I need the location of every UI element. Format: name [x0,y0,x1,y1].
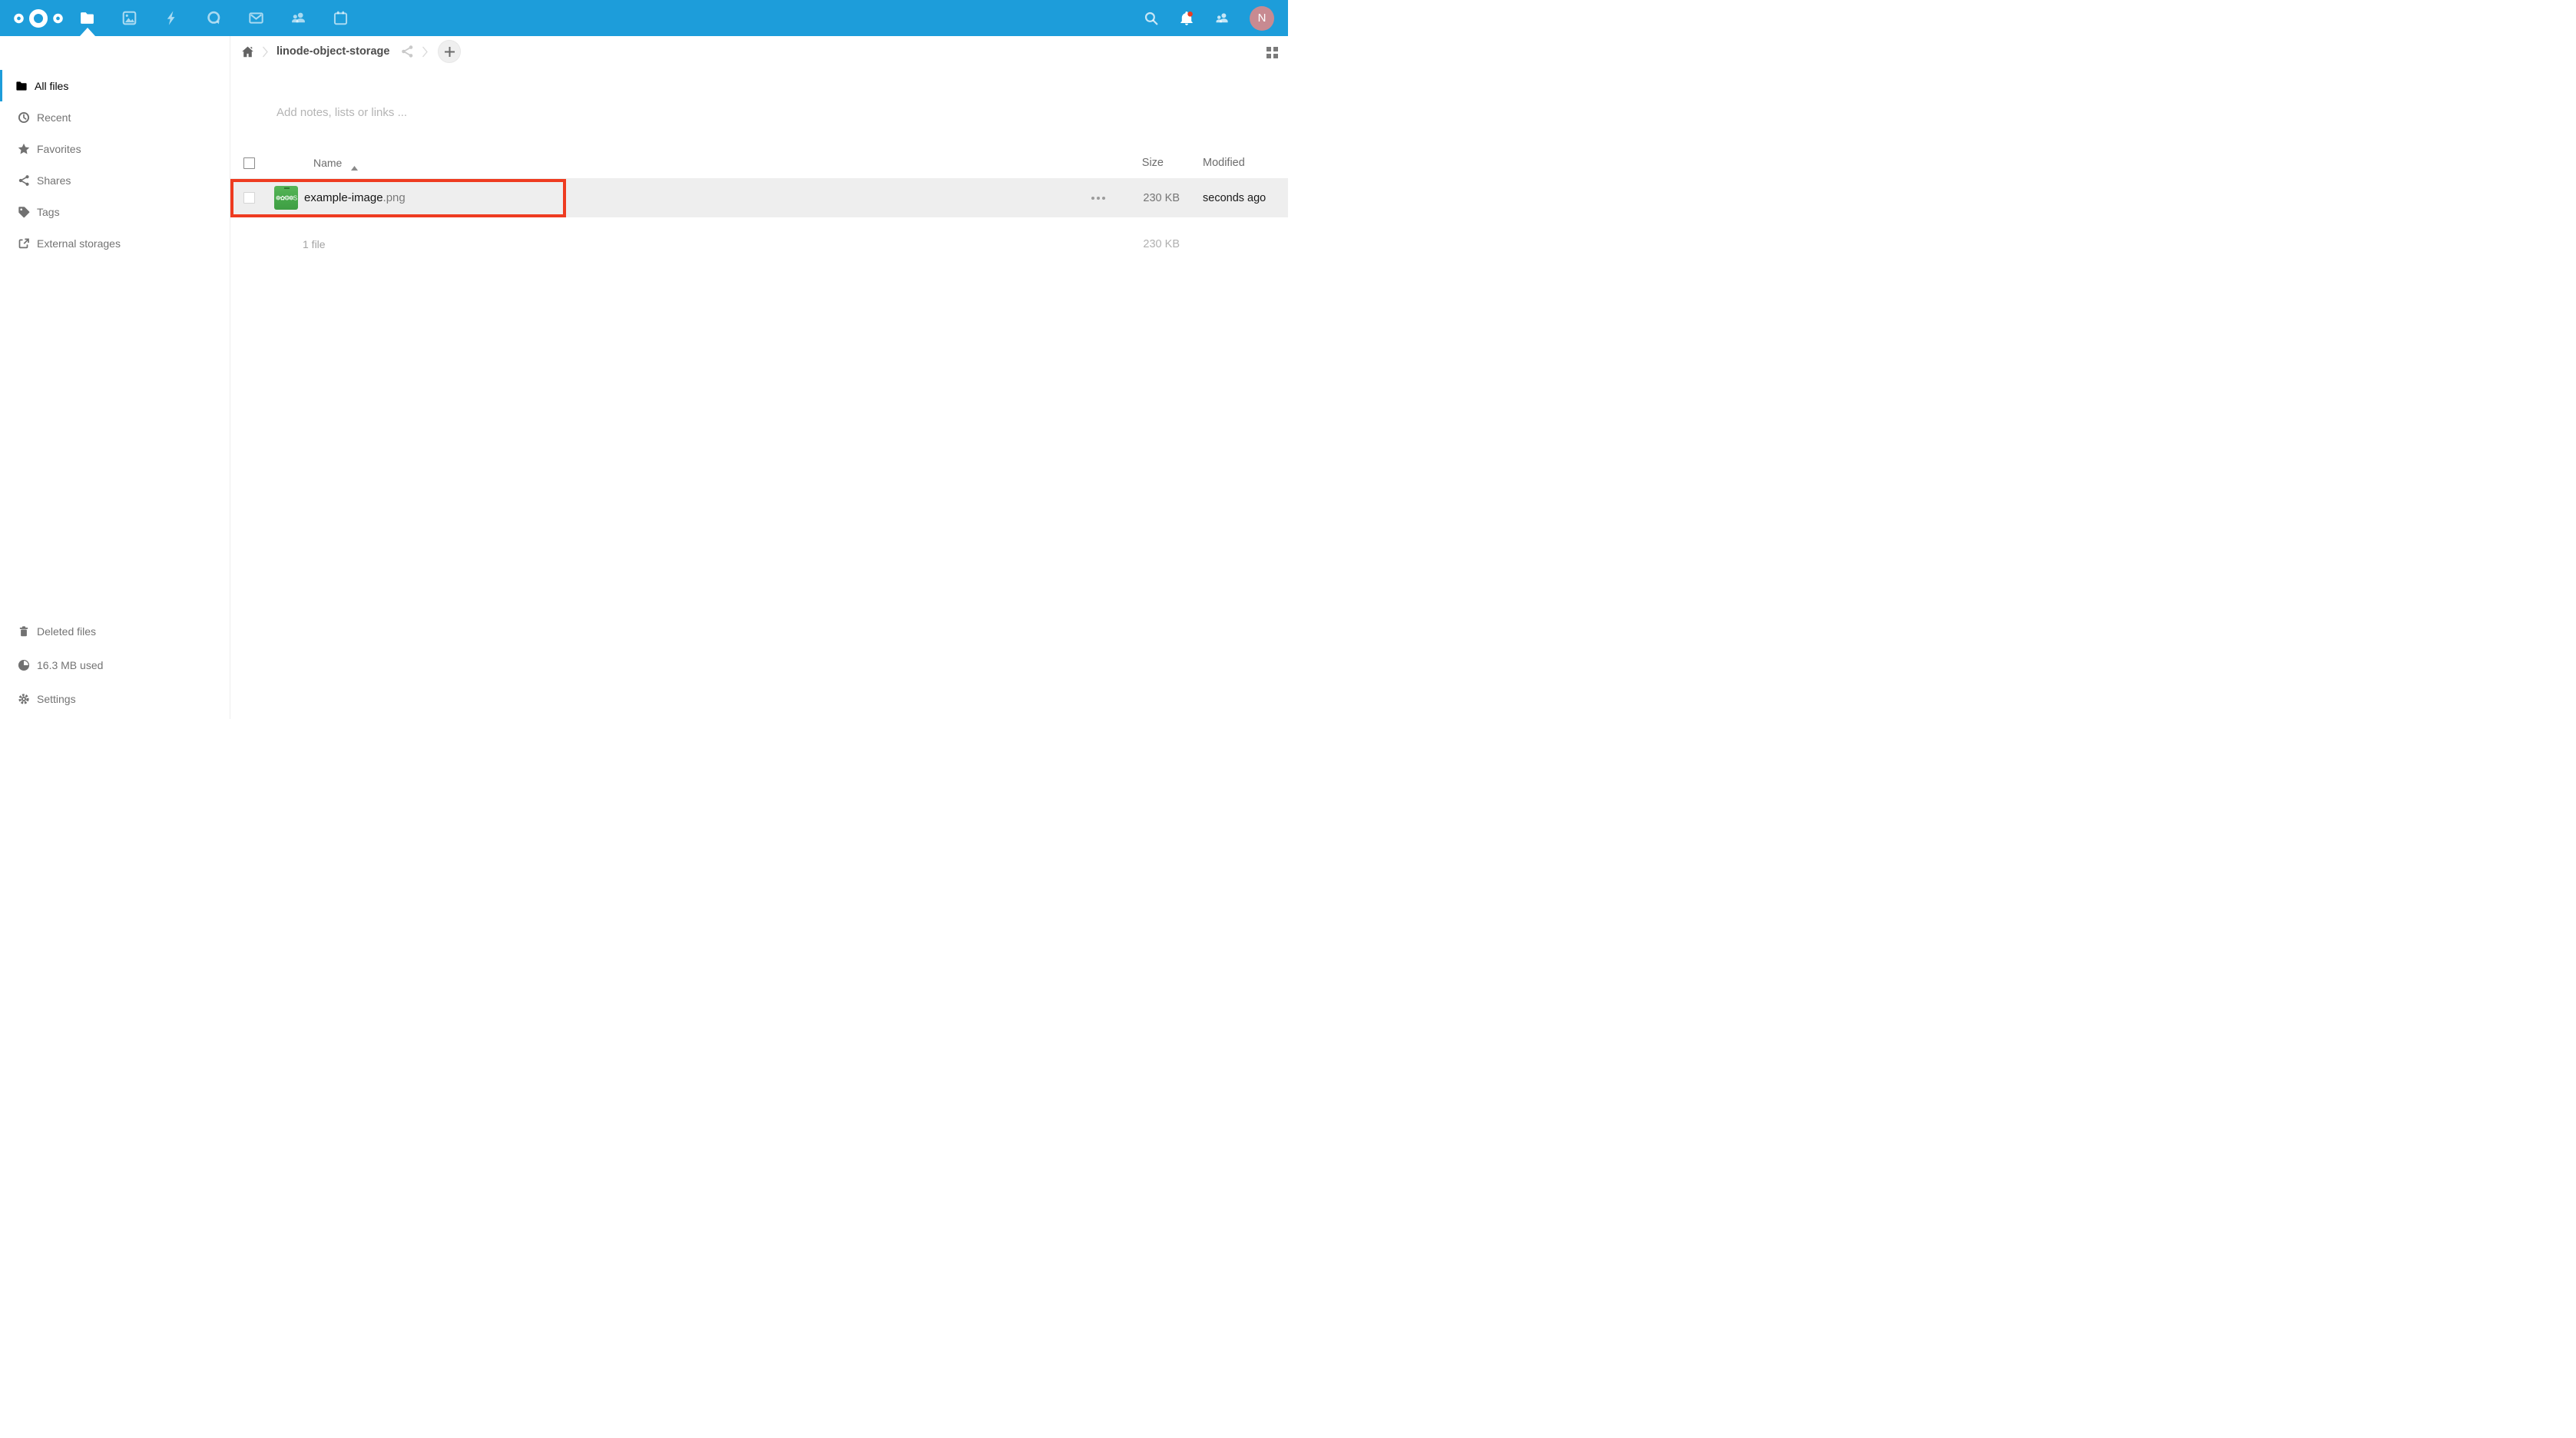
plus-icon [444,46,455,58]
breadcrumb-current-folder[interactable]: linode-object-storage [276,45,389,58]
contacts-icon [290,10,306,26]
sidebar-item-label: All files [35,80,68,92]
total-size-summary: 230 KB [1120,238,1180,250]
grid-view-icon [1266,47,1277,58]
new-file-button[interactable] [438,40,461,63]
file-list-summary: 1 file 230 KB [230,230,1288,259]
file-size: 230 KB [1120,192,1180,204]
files-content: linode-object-storage Add notes, lists o… [230,36,1288,719]
sidebar-item-deleted-files[interactable]: Deleted files [0,615,230,648]
quota-icon [18,659,30,671]
sidebar-item-label: Deleted files [37,625,96,638]
sidebar-item-favorites[interactable]: Favorites [0,133,230,164]
sidebar-navigation: All files Recent Favorites [0,36,230,259]
sidebar-footer: Deleted files 16.3 MB used Settings [0,615,230,716]
file-modified: seconds ago [1180,192,1288,204]
contacts-menu-button[interactable] [1214,11,1230,26]
breadcrumb-home-button[interactable] [241,45,254,58]
avatar-initial: N [1258,12,1266,25]
file-count-summary: 1 file [303,238,326,250]
file-row-example-image[interactable]: ❁✿❂❁S example-image.png 230 KB seconds a… [230,178,1288,217]
app-mail-button[interactable] [235,0,277,36]
files-sidebar: All files Recent Favorites [0,36,230,719]
grid-view-toggle-button[interactable] [1266,47,1277,58]
sidebar-item-settings[interactable]: Settings [0,682,230,716]
notification-dot [1187,12,1193,17]
modified-column-header[interactable]: Modified [1180,157,1288,169]
bell-icon [1179,11,1194,26]
sidebar-item-label: Favorites [37,143,81,155]
star-icon [18,143,30,155]
sidebar-item-label: Settings [37,693,76,705]
gear-icon [18,693,30,705]
search-icon [1144,11,1159,26]
select-all-checkbox[interactable] [243,157,255,169]
breadcrumb-share-button[interactable] [400,45,414,58]
clock-icon [18,111,30,124]
app-activity-button[interactable] [151,0,193,36]
file-list-header: Name Size Modified [230,147,1288,178]
contacts-menu-icon [1214,11,1230,26]
breadcrumb-separator-icon [262,46,269,58]
folder-icon [15,80,28,92]
photos-icon [121,10,137,26]
file-thumbnail: ❁✿❂❁S [274,186,298,210]
app-photos-button[interactable] [108,0,151,36]
sidebar-item-label: Shares [37,174,71,187]
top-header-bar: N [0,0,1288,36]
size-column-header[interactable]: Size [1120,157,1180,169]
app-contacts-button[interactable] [277,0,320,36]
tag-icon [18,206,30,218]
external-storage-icon [18,237,30,250]
three-dots-icon [1091,197,1105,200]
notes-input[interactable]: Add notes, lists or links ... [276,101,1288,124]
file-list: Name Size Modified ❁✿❂❁S example-i [230,147,1288,259]
app-navigation [66,0,362,36]
app-calendar-button[interactable] [320,0,362,36]
sidebar-item-all-files[interactable]: All files [0,70,230,101]
notifications-button[interactable] [1179,11,1194,26]
sidebar-item-recent[interactable]: Recent [0,101,230,133]
header-right-actions: N [1144,0,1274,36]
app-talk-button[interactable] [193,0,235,36]
sort-by-name-header[interactable]: Name [269,157,1077,169]
share-icon [18,174,30,187]
trash-icon [18,625,30,638]
name-column-header: Name [313,157,342,169]
sort-ascending-icon [351,161,358,165]
thumbnail-artwork: ❁✿❂❁S [276,194,296,201]
folder-icon [79,10,95,26]
home-icon [241,45,254,58]
sidebar-item-label: Recent [37,111,71,124]
file-name[interactable]: example-image.png [304,191,406,204]
sidebar-item-quota[interactable]: 16.3 MB used [0,648,230,682]
sidebar-item-label: Tags [37,206,60,218]
sidebar-item-label: External storages [37,237,121,250]
sidebar-item-label: 16.3 MB used [37,659,103,671]
nextcloud-files-app: N All files Recent [0,0,1288,719]
calendar-icon [333,10,349,26]
activity-icon [164,10,180,26]
user-avatar[interactable]: N [1250,6,1274,31]
talk-icon [206,10,222,26]
share-icon [400,45,414,58]
breadcrumb-bar: linode-object-storage [230,36,1288,67]
sidebar-item-shares[interactable]: Shares [0,164,230,196]
mail-icon [248,10,264,26]
sidebar-item-tags[interactable]: Tags [0,196,230,227]
file-row-checkbox[interactable] [243,192,255,204]
nextcloud-logo-icon[interactable] [11,8,66,28]
breadcrumb-separator-icon [422,46,429,58]
search-button[interactable] [1144,11,1159,26]
app-files-button[interactable] [66,0,108,36]
file-extension: .png [383,191,406,204]
file-actions-menu-button[interactable] [1077,197,1120,200]
sidebar-item-external-storages[interactable]: External storages [0,227,230,259]
